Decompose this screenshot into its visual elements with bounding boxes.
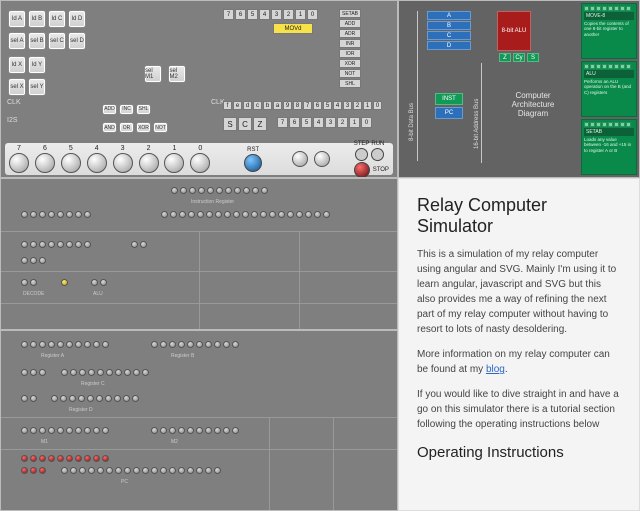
switch-5[interactable]: [61, 153, 81, 173]
key-sel-x[interactable]: sel X: [8, 78, 26, 96]
knob-2[interactable]: [314, 151, 330, 167]
switch-6[interactable]: [35, 153, 55, 173]
switch-4[interactable]: [87, 153, 107, 173]
abus-label: 16-bit Address Bus: [474, 99, 480, 149]
key-and[interactable]: AND: [102, 122, 117, 133]
key-not[interactable]: NOT: [153, 122, 168, 133]
article-panel: Relay Computer Simulator This is a simul…: [398, 178, 640, 511]
key-sel-m1[interactable]: sel M1: [144, 65, 162, 83]
switch-0[interactable]: [190, 153, 210, 173]
switch-2[interactable]: [139, 153, 159, 173]
switch-7[interactable]: [9, 153, 29, 173]
control-panel: ld Ald Bld Cld D sel Asel Bsel Csel D ld…: [0, 0, 398, 178]
key-xor[interactable]: XOR: [136, 122, 151, 133]
reference-cards: MOVE-8 Copies the contents of one 8-bit …: [581, 3, 637, 175]
key-ld-y[interactable]: ld Y: [28, 56, 46, 74]
data-bits: 76543210: [223, 9, 318, 20]
key-ld-c[interactable]: ld C: [48, 10, 66, 28]
architecture-diagram: A B C D 8-bit ALU Z Cy S INST PC 8-bit D…: [398, 0, 640, 178]
refcard-move8: MOVE-8 Copies the contents of one 8-bit …: [581, 3, 637, 59]
instr-display: MOVd: [273, 23, 313, 34]
stop-button[interactable]: [354, 162, 370, 178]
alu-box: 8-bit ALU: [497, 11, 531, 51]
article-title: Relay Computer Simulator: [417, 195, 621, 237]
key-sel-c[interactable]: sel C: [48, 32, 66, 50]
key-sel-m2[interactable]: sel M2: [168, 65, 186, 83]
blog-link[interactable]: blog: [486, 364, 505, 375]
dbus-label: 8-bit Data Bus: [409, 103, 415, 141]
refcard-setab: SETAB Loads any value between -16 and +1…: [581, 119, 637, 175]
op-list: SETABADDADRINRIORXORNOTSHL: [339, 9, 361, 88]
key-ld-x[interactable]: ld X: [8, 56, 26, 74]
diagram-title: Computer Architecture Diagram: [503, 91, 563, 118]
key-shl[interactable]: SHL: [136, 104, 151, 115]
key-add[interactable]: ADD: [102, 104, 117, 115]
switch-1[interactable]: [164, 153, 184, 173]
article-p3: If you would like to dive straight in an…: [417, 387, 621, 432]
i2s-label: I2S: [7, 117, 18, 124]
article-p2: More information on my relay computer ca…: [417, 347, 621, 377]
key-or[interactable]: OR: [119, 122, 134, 133]
led-panel-1: Instruction Register DECODE ALU: [0, 178, 398, 330]
article-p1: This is a simulation of my relay compute…: [417, 247, 621, 337]
clk-label: CLK: [7, 99, 21, 106]
switch-row: 7 6 5 4 3 2 1 0 RST STEP RUN STOP: [5, 143, 393, 175]
led-panel-2: Register A Register B Register C Registe…: [0, 330, 398, 511]
key-sel-a[interactable]: sel A: [8, 32, 26, 50]
key-ld-b[interactable]: ld B: [28, 10, 46, 28]
article-h2: Operating Instructions: [417, 444, 621, 461]
run-button[interactable]: [371, 148, 384, 161]
key-sel-y[interactable]: sel Y: [28, 78, 46, 96]
key-ld-a[interactable]: ld A: [8, 10, 26, 28]
reset-button[interactable]: [244, 154, 262, 172]
knob-1[interactable]: [292, 151, 308, 167]
switch-3[interactable]: [113, 153, 133, 173]
addr-bits: fedcba9876543210: [223, 101, 382, 110]
flag-bits: SCZ 76543210: [223, 117, 372, 131]
key-inc[interactable]: INC: [119, 104, 134, 115]
key-ld-d[interactable]: ld D: [68, 10, 86, 28]
step-button[interactable]: [355, 148, 368, 161]
key-sel-b[interactable]: sel B: [28, 32, 46, 50]
key-sel-d[interactable]: sel D: [68, 32, 86, 50]
refcard-alu: ALU Performs an ALU operation on the B (…: [581, 61, 637, 117]
